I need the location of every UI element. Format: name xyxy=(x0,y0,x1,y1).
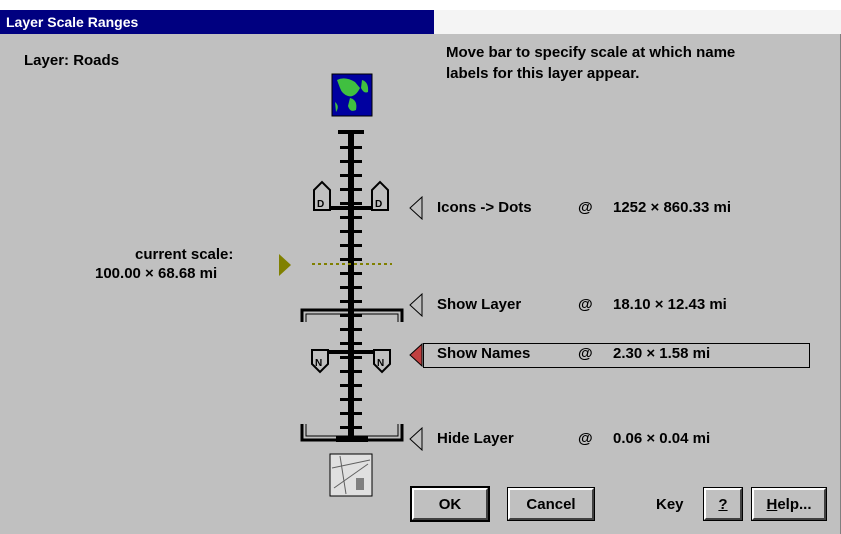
current-scale-value: 100.00 × 68.68 mi xyxy=(95,265,218,282)
scale-tick xyxy=(340,230,362,233)
help-button[interactable]: Help... xyxy=(751,487,827,521)
svg-text:D: D xyxy=(317,199,324,210)
scale-tick xyxy=(340,426,362,429)
row-pointer-icons-dots[interactable] xyxy=(409,196,423,220)
scale-tick xyxy=(340,202,362,205)
layer-scale-ranges-dialog: Layer Scale Ranges Layer: Roads Move bar… xyxy=(0,0,841,534)
key-help-button[interactable]: ? xyxy=(703,487,743,521)
instructions-line-2: labels for this layer appear. xyxy=(446,65,640,82)
key-label: Key xyxy=(656,496,684,513)
scale-tick xyxy=(340,272,362,275)
scale-tick xyxy=(340,356,362,359)
svg-text:N: N xyxy=(315,358,322,369)
row-scale-show-layer: 18.10 × 12.43 mi xyxy=(613,296,727,313)
current-scale-pointer-icon xyxy=(279,254,291,276)
row-at-icons-dots: @ xyxy=(578,199,593,216)
scale-tick xyxy=(340,216,362,219)
row-at-show-layer: @ xyxy=(578,296,593,313)
layer-label: Layer: Roads xyxy=(24,52,120,69)
svg-text:D: D xyxy=(375,199,382,210)
top-strip xyxy=(0,0,841,10)
row-at-show-names: @ xyxy=(578,345,593,362)
scale-tick xyxy=(340,146,362,149)
row-scale-icons-dots: 1252 × 860.33 mi xyxy=(613,199,732,216)
ok-button[interactable]: OK xyxy=(410,486,490,522)
world-globe-icon xyxy=(331,73,373,117)
cancel-button[interactable]: Cancel xyxy=(507,487,595,521)
current-scale-label: current scale: xyxy=(135,246,234,263)
row-label-show-layer: Show Layer xyxy=(437,296,522,313)
street-map-icon xyxy=(329,453,373,497)
row-pointer-show-names[interactable] xyxy=(409,343,423,367)
scale-tick xyxy=(340,286,362,289)
scale-tick xyxy=(340,370,362,373)
help-button-label: elp... xyxy=(777,496,812,513)
scale-tick xyxy=(340,384,362,387)
scale-tick xyxy=(340,174,362,177)
scale-tick xyxy=(340,398,362,401)
scale-tick xyxy=(340,342,362,345)
row-label-icons-dots: Icons -> Dots xyxy=(437,199,532,216)
scale-tick xyxy=(340,328,362,331)
help-mnemonic: H xyxy=(766,496,778,513)
row-scale-show-names: 2.30 × 1.58 mi xyxy=(613,345,711,362)
scale-tick xyxy=(340,412,362,415)
row-scale-hide-layer: 0.06 × 0.04 mi xyxy=(613,430,711,447)
title-bar: Layer Scale Ranges xyxy=(0,10,434,34)
row-pointer-show-layer[interactable] xyxy=(409,293,423,317)
scale-tick xyxy=(340,160,362,163)
svg-text:N: N xyxy=(377,358,384,369)
scale-tick xyxy=(340,300,362,303)
scale-tick xyxy=(340,258,362,261)
scale-ticks xyxy=(340,146,362,429)
row-label-show-names: Show Names xyxy=(437,345,531,362)
key-button-label: ? xyxy=(718,496,728,513)
title-bar-extension xyxy=(434,10,841,34)
scale-tick xyxy=(340,188,362,191)
scale-tick xyxy=(340,244,362,247)
scale-ladder[interactable]: D D N N xyxy=(270,68,420,508)
row-pointer-hide-layer[interactable] xyxy=(409,427,423,451)
instructions-line-1: Move bar to specify scale at which name xyxy=(446,44,736,61)
row-label-hide-layer: Hide Layer xyxy=(437,430,514,447)
scale-bar-top-cap xyxy=(338,130,364,134)
row-at-hide-layer: @ xyxy=(578,430,593,447)
